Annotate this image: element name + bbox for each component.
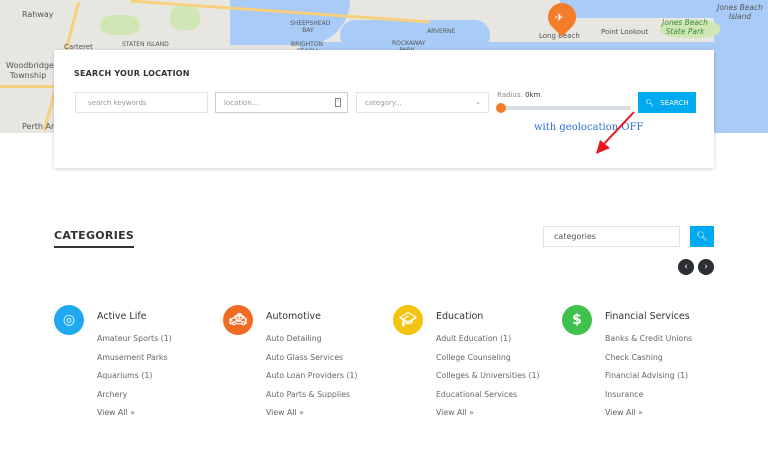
basketball-icon[interactable]: ◎: [54, 305, 84, 335]
category-title[interactable]: Education: [436, 311, 483, 322]
category-link[interactable]: Auto Loan Providers (1): [266, 371, 357, 390]
category-link[interactable]: Colleges & Universities (1): [436, 371, 539, 390]
geolocate-icon[interactable]: !: [335, 98, 341, 107]
prev-button[interactable]: ‹: [678, 259, 694, 275]
search-button[interactable]: 🔍︎ SEARCH: [638, 92, 696, 113]
category-title[interactable]: Active Life: [97, 311, 147, 322]
category-link[interactable]: Auto Detailing: [266, 334, 357, 353]
view-all-link[interactable]: View All »: [97, 408, 172, 427]
category-link[interactable]: Auto Parts & Supplies: [266, 390, 357, 409]
map-label: Jones Beach Island: [717, 3, 763, 21]
categories-title: CATEGORIES: [54, 229, 135, 248]
search-title: SEARCH YOUR LOCATION: [74, 69, 190, 78]
map-label: STATEN ISLAND: [122, 41, 169, 48]
category-link[interactable]: Check Cashing: [605, 353, 692, 372]
car-icon[interactable]: 🚕︎: [223, 305, 253, 335]
search-button-label: SEARCH: [660, 98, 689, 107]
category-link[interactable]: Adult Education (1): [436, 334, 539, 353]
category-link[interactable]: Amateur Sports (1): [97, 334, 172, 353]
next-button[interactable]: ›: [698, 259, 714, 275]
category-link[interactable]: College Counseling: [436, 353, 539, 372]
radius-label: Radius: 0km: [497, 91, 540, 99]
dollar-icon[interactable]: $: [562, 305, 592, 335]
view-all-link[interactable]: View All »: [266, 408, 357, 427]
categories-search-input[interactable]: categories: [543, 226, 680, 247]
map-label: Point Lookout: [601, 28, 649, 36]
category-link[interactable]: Auto Glass Services: [266, 353, 357, 372]
keywords-input[interactable]: search keywords: [75, 92, 208, 113]
location-placeholder: location...: [224, 99, 259, 107]
chevron-right-icon: ›: [704, 262, 708, 272]
search-icon: 🔍︎: [696, 231, 708, 242]
map-label: SHEEPSHEAD BAY: [290, 20, 331, 34]
map-label: Woodbridge Township: [6, 61, 54, 80]
category-title[interactable]: Automotive: [266, 311, 321, 322]
chevron-left-icon: ‹: [684, 262, 688, 272]
search-card: SEARCH YOUR LOCATION search keywords loc…: [54, 50, 714, 168]
view-all-link[interactable]: View All »: [605, 408, 692, 427]
category-link[interactable]: Archery: [97, 390, 172, 409]
airport-plane-icon: ✈: [554, 11, 564, 25]
category-link[interactable]: Financial Advising (1): [605, 371, 692, 390]
map-label: Jones Beach State Park: [662, 18, 708, 36]
radius-slider-handle[interactable]: [496, 103, 506, 113]
category-title[interactable]: Financial Services: [605, 311, 690, 322]
graduation-cap-icon[interactable]: 🎓︎: [393, 305, 423, 335]
category-link[interactable]: Aquariums (1): [97, 371, 172, 390]
map-label: ARVERNE: [427, 28, 456, 35]
category-link[interactable]: Amusement Parks: [97, 353, 172, 372]
chevron-down-icon: ⌄: [475, 98, 481, 106]
category-link[interactable]: Educational Services: [436, 390, 539, 409]
category-link[interactable]: Banks & Credit Unions: [605, 334, 692, 353]
map-label: Rahway: [22, 10, 54, 19]
red-arrow-annotation: [596, 111, 635, 154]
view-all-link[interactable]: View All »: [436, 408, 539, 427]
category-link[interactable]: Insurance: [605, 390, 692, 409]
search-icon: 🔍︎: [645, 98, 655, 107]
radius-label-text: Radius:: [497, 91, 523, 99]
category-placeholder: category...: [365, 99, 402, 107]
location-input[interactable]: location... !: [215, 92, 348, 113]
category-select[interactable]: category... ⌄: [356, 92, 489, 113]
radius-value: 0km: [525, 91, 541, 99]
categories-search-button[interactable]: 🔍︎: [690, 226, 714, 247]
